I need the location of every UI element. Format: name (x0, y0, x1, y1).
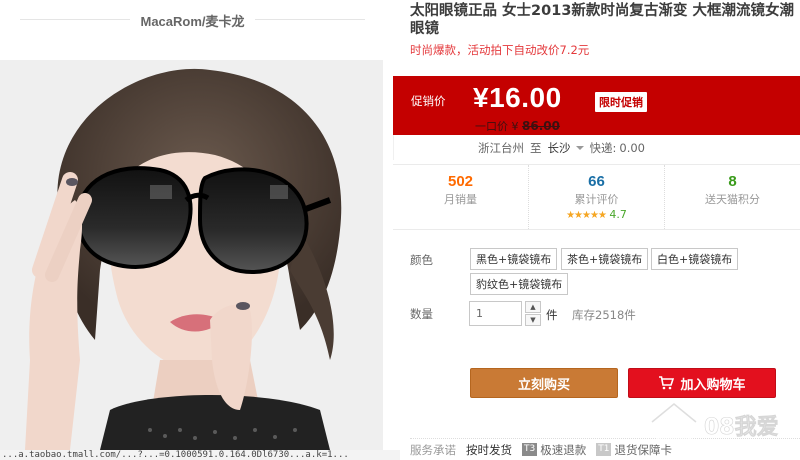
product-subtitle: 时尚爆款，活动拍下自动改价7.2元 (410, 43, 590, 57)
original-price-value: 86.00 (522, 119, 560, 133)
fast-refund-label: 极速退款 (540, 442, 587, 457)
service-fast-refund[interactable]: T3 极速退款 (522, 442, 586, 458)
ship-to-word: 至 (530, 140, 542, 155)
sku-option-brown[interactable]: 茶色+镜袋镜布 (561, 248, 649, 270)
review-count[interactable]: 66 (529, 173, 664, 190)
monthly-sales-label: 月销量 (444, 193, 477, 206)
product-title: 太阳眼镜正品 女士2013新款时尚复古渐变 大框潮流镜女潮眼镜 (410, 3, 794, 37)
sku-option-leopard[interactable]: 豹纹色+镜袋镜布 (470, 273, 569, 295)
reviews[interactable]: 66 累计评价 ★★★★★ 4.7 (529, 165, 665, 229)
product-image[interactable] (0, 60, 383, 450)
service-on-time-delivery[interactable]: 按时发货 (466, 442, 512, 458)
express-label: 快递: (589, 140, 617, 155)
monthly-sales: 502 月销量 (393, 165, 529, 229)
add-to-cart-label: 加入购物车 (680, 377, 746, 393)
ship-to-city-select[interactable]: 长沙 (548, 140, 571, 156)
tmall-points-label: 送天猫积分 (705, 193, 760, 206)
sku-option-white[interactable]: 白色+镜袋镜布 (651, 248, 739, 270)
stock-count: 库存2518件 (572, 308, 636, 322)
shop-header: MacaRom/麦卡龙 (0, 0, 385, 40)
shipping-row: 浙江台州 至 长沙 快递: 0.00 (393, 135, 800, 160)
limited-promo-badge: 限时促销 (595, 92, 647, 112)
stats-bar: 502 月销量 66 累计评价 ★★★★★ 4.7 8 送天猫积分 (393, 164, 800, 230)
watermark-text: 08我爱 (704, 415, 779, 440)
original-price-label: 一口价 ¥ (475, 120, 519, 133)
rating: ★★★★★ 4.7 (529, 208, 664, 221)
t1-badge-icon: T1 (596, 443, 612, 456)
divider (20, 19, 130, 20)
sku-option-black[interactable]: 黑色+镜袋镜布 (470, 248, 558, 270)
promo-price-label: 促销价 (411, 94, 446, 108)
original-price: 一口价 ¥ 86.00 (475, 118, 560, 134)
decrease-quantity-icon[interactable]: ▼ (525, 314, 541, 326)
divider (255, 19, 365, 20)
color-label: 颜色 (410, 253, 433, 267)
monthly-sales-count: 502 (447, 173, 474, 190)
model-with-sunglasses-illustration (0, 60, 383, 450)
promo-price: ¥16.00 (473, 82, 562, 113)
ship-from: 浙江台州 (478, 140, 524, 155)
buy-now-button[interactable]: 立刻购买 (470, 368, 618, 398)
t3-badge-icon: T3 (522, 443, 538, 456)
star-rating-icon: ★★★★★ (566, 210, 607, 221)
increase-quantity-icon[interactable]: ▲ (525, 301, 541, 313)
review-label: 累计评价 (574, 193, 619, 206)
express-fee: 0.00 (619, 140, 645, 155)
chevron-down-icon[interactable] (575, 145, 584, 150)
tmall-points: 8 送天猫积分 (665, 165, 800, 229)
site-watermark-logo: 08我爱 (647, 402, 779, 442)
rating-score: 4.7 (609, 208, 627, 221)
quantity-input[interactable]: 1 (469, 301, 522, 326)
cart-icon (659, 376, 675, 390)
quantity-label: 数量 (410, 307, 433, 321)
shop-name-link[interactable]: MacaRom/麦卡龙 (130, 10, 255, 30)
tmall-points-count: 8 (728, 173, 737, 190)
browser-status-bar: ...a.taobao.tmall.com/...?...=0.1000591.… (0, 450, 400, 460)
quantity-unit: 件 (546, 308, 558, 322)
service-label: 服务承诺 (410, 442, 456, 457)
